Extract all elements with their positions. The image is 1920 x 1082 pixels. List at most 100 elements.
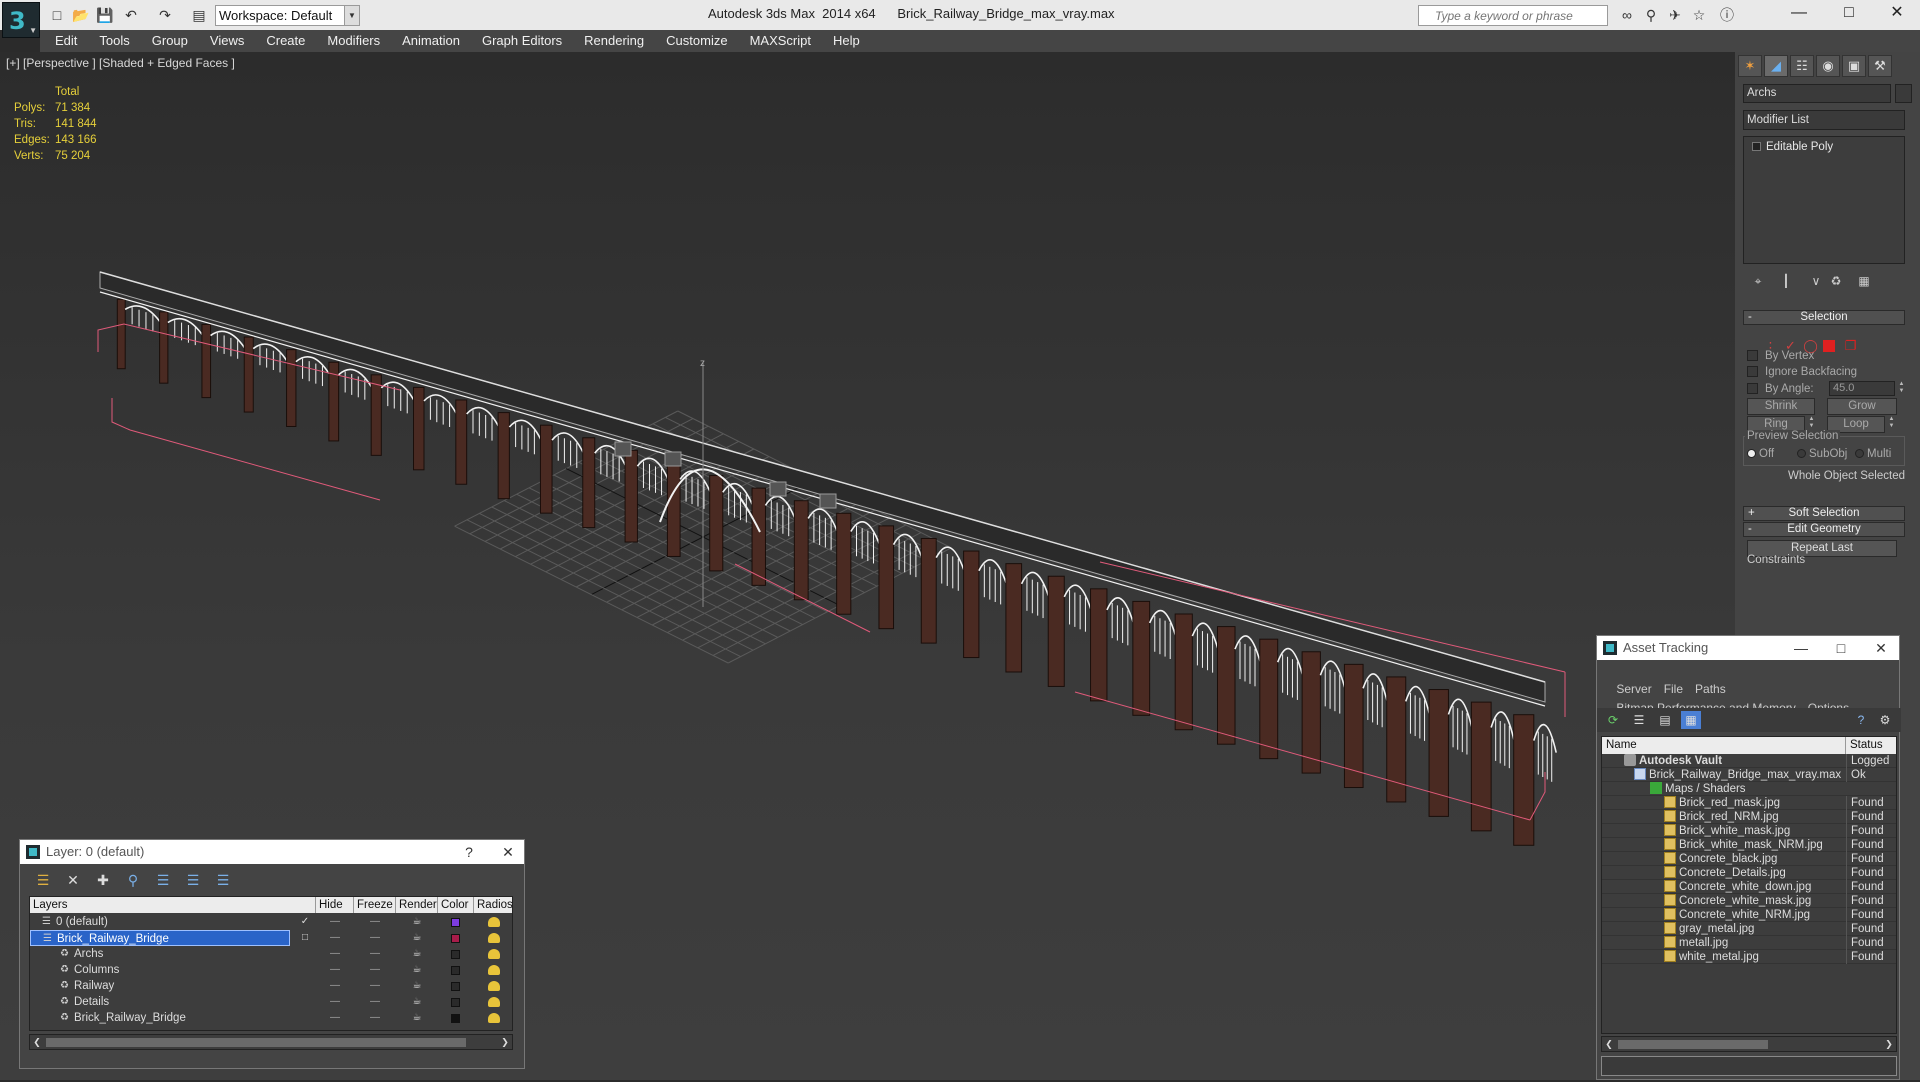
freeze-all-layers-icon[interactable]: ☰ bbox=[212, 870, 234, 890]
asset-name-cell[interactable]: white_metal.jpg bbox=[1664, 950, 1759, 964]
configure-sets-icon[interactable]: ▦ bbox=[1855, 272, 1873, 290]
workspace-select[interactable]: Workspace: Default bbox=[215, 5, 360, 26]
menu-animation[interactable]: Animation bbox=[391, 30, 471, 52]
teapot-icon[interactable]: ☕ bbox=[396, 1010, 438, 1026]
object-name-field[interactable]: Archs bbox=[1743, 84, 1891, 103]
polygon-mode-icon[interactable] bbox=[1823, 340, 1835, 352]
chevron-right-icon[interactable]: ❯ bbox=[498, 1035, 512, 1049]
chevron-down-icon[interactable]: ▼ bbox=[344, 5, 360, 26]
col-freeze[interactable]: Freeze bbox=[354, 897, 396, 913]
asset-table[interactable]: Name Status Autodesk Vault Logged Brick_Ra… bbox=[1601, 736, 1897, 1034]
by-vertex-checkbox[interactable]: By Vertex bbox=[1747, 349, 1814, 363]
teapot-icon[interactable]: ☕ bbox=[396, 978, 438, 994]
viewport-label[interactable]: [+] [Perspective ] [Shaded + Edged Faces… bbox=[6, 56, 235, 70]
modifier-list-dropdown[interactable]: Modifier List bbox=[1743, 110, 1905, 130]
asset-row[interactable]: Concrete_white_down.jpg Found bbox=[1602, 880, 1896, 894]
remove-modifier-icon[interactable]: ♻ bbox=[1827, 272, 1845, 290]
layer-color-swatch[interactable] bbox=[451, 998, 460, 1007]
refresh-icon[interactable]: ⟳ bbox=[1603, 711, 1623, 729]
layer-name-cell[interactable]: ♻ Railway bbox=[30, 978, 290, 994]
key-icon[interactable]: ⚲ bbox=[1642, 6, 1660, 24]
current-layer-indicator[interactable] bbox=[298, 1010, 312, 1026]
asset-name-cell[interactable]: Concrete_white_down.jpg bbox=[1664, 880, 1811, 894]
pin-stack-icon[interactable]: ⌖ bbox=[1749, 272, 1767, 290]
layer-row[interactable]: ☰ Brick_Railway_Bridge □ — — ☕ bbox=[30, 930, 512, 946]
display-tab-icon[interactable]: ▣ bbox=[1842, 55, 1866, 77]
radiosity-icon[interactable] bbox=[488, 965, 500, 975]
stack-item-editable-poly[interactable]: Editable Poly bbox=[1746, 139, 1902, 155]
asset-row[interactable]: Brick_white_mask_NRM.jpg Found bbox=[1602, 838, 1896, 852]
delete-layer-icon[interactable]: ✕ bbox=[62, 870, 84, 890]
col-status[interactable]: Status bbox=[1846, 737, 1896, 754]
hide-toggle[interactable]: — bbox=[316, 962, 354, 978]
freeze-toggle[interactable]: — bbox=[354, 962, 396, 978]
table-view-icon[interactable]: ▦ bbox=[1681, 711, 1701, 729]
menu-rendering[interactable]: Rendering bbox=[573, 30, 655, 52]
teapot-icon[interactable]: ☕ bbox=[396, 914, 438, 930]
list-view-icon[interactable]: ☰ bbox=[1629, 711, 1649, 729]
close-button[interactable]: ✕ bbox=[1874, 0, 1920, 28]
hide-toggle[interactable]: — bbox=[316, 914, 354, 930]
hide-all-layers-icon[interactable]: ☰ bbox=[182, 870, 204, 890]
layer-row[interactable]: ♻ Brick_Railway_Bridge — — ☕ bbox=[30, 1010, 512, 1026]
rollout-selection[interactable]: - Selection bbox=[1743, 310, 1905, 325]
close-icon[interactable]: ✕ bbox=[494, 840, 522, 864]
motion-tab-icon[interactable]: ◉ bbox=[1816, 55, 1840, 77]
asset-name-cell[interactable]: Brick_red_mask.jpg bbox=[1664, 796, 1780, 810]
hide-toggle[interactable]: — bbox=[316, 930, 354, 946]
help-button[interactable]: ? bbox=[455, 840, 483, 864]
asset-name-cell[interactable]: Concrete_white_NRM.jpg bbox=[1664, 908, 1810, 922]
select-objects-icon[interactable]: ⚲ bbox=[122, 870, 144, 890]
freeze-toggle[interactable]: — bbox=[354, 914, 396, 930]
radio-dot[interactable] bbox=[1747, 449, 1756, 458]
layer-color-swatch[interactable] bbox=[451, 918, 460, 927]
preview-off-radio[interactable]: Off bbox=[1747, 447, 1774, 461]
horizontal-scrollbar[interactable]: ❮ ❯ bbox=[29, 1034, 513, 1050]
asset-row[interactable]: Concrete_white_NRM.jpg Found bbox=[1602, 908, 1896, 922]
bridge-model[interactable] bbox=[99, 271, 1557, 846]
save-file-icon[interactable]: 💾 bbox=[96, 6, 114, 24]
col-render[interactable]: Render bbox=[396, 897, 438, 913]
spinner-arrows-icon[interactable]: ▲ ▼ bbox=[1887, 416, 1896, 431]
asset-window-titlebar[interactable]: Asset Tracking — □ ✕ bbox=[1597, 636, 1899, 660]
expand-icon[interactable] bbox=[1752, 142, 1761, 151]
current-layer-indicator[interactable]: □ bbox=[298, 930, 312, 946]
minimize-button[interactable]: — bbox=[1776, 0, 1822, 28]
hide-toggle[interactable]: — bbox=[316, 946, 354, 962]
menu-edit[interactable]: Edit bbox=[40, 30, 88, 52]
asset-name-cell[interactable]: Brick_white_mask.jpg bbox=[1664, 824, 1790, 838]
radio-dot[interactable] bbox=[1797, 449, 1806, 458]
menu-create[interactable]: Create bbox=[255, 30, 316, 52]
spinner-arrows-icon[interactable]: ▲ ▼ bbox=[1897, 381, 1906, 396]
open-file-icon[interactable]: 📂 bbox=[72, 6, 90, 24]
layer-row[interactable]: ♻ Details — — ☕ bbox=[30, 994, 512, 1010]
hide-toggle[interactable]: — bbox=[316, 1010, 354, 1026]
freeze-toggle[interactable]: — bbox=[354, 978, 396, 994]
checkbox-box[interactable] bbox=[1747, 366, 1758, 377]
object-color-swatch[interactable] bbox=[1895, 84, 1912, 103]
menu-modifiers[interactable]: Modifiers bbox=[316, 30, 391, 52]
radiosity-icon[interactable] bbox=[488, 949, 500, 959]
asset-tracking-window[interactable]: Asset Tracking — □ ✕ ServerFilePaths Bit… bbox=[1596, 635, 1901, 1080]
layer-color-swatch[interactable] bbox=[451, 950, 460, 959]
minimize-button[interactable]: — bbox=[1787, 636, 1815, 660]
create-tab-icon[interactable]: ✶ bbox=[1738, 55, 1762, 77]
search-input[interactable] bbox=[1435, 6, 1615, 25]
menu-customize[interactable]: Customize bbox=[655, 30, 738, 52]
layer-color-swatch[interactable] bbox=[451, 982, 460, 991]
radiosity-icon[interactable] bbox=[488, 1013, 500, 1023]
add-layer-icon[interactable]: ✚ bbox=[92, 870, 114, 890]
layer-row[interactable]: ♻ Railway — — ☕ bbox=[30, 978, 512, 994]
layer-color-swatch[interactable] bbox=[451, 934, 460, 943]
asset-name-cell[interactable]: Concrete_black.jpg bbox=[1664, 852, 1777, 866]
settings-icon[interactable]: ⚙ bbox=[1875, 711, 1895, 729]
layer-explorer-window[interactable]: Layer: 0 (default) ? ✕ ☰ ✕ ✚ ⚲ ☰ ☰ ☰ Lay… bbox=[19, 839, 525, 1069]
layer-row[interactable]: ♻ Archs — — ☕ bbox=[30, 946, 512, 962]
favorites-icon[interactable]: ☆ bbox=[1690, 6, 1708, 24]
hierarchy-tab-icon[interactable]: ☷ bbox=[1790, 55, 1814, 77]
radiosity-icon[interactable] bbox=[488, 917, 500, 927]
ignore-backfacing-checkbox[interactable]: Ignore Backfacing bbox=[1747, 365, 1857, 379]
asset-name-cell[interactable]: Concrete_white_mask.jpg bbox=[1664, 894, 1811, 908]
teapot-icon[interactable]: ☕ bbox=[396, 930, 438, 946]
preview-multi-radio[interactable]: Multi bbox=[1855, 447, 1891, 461]
